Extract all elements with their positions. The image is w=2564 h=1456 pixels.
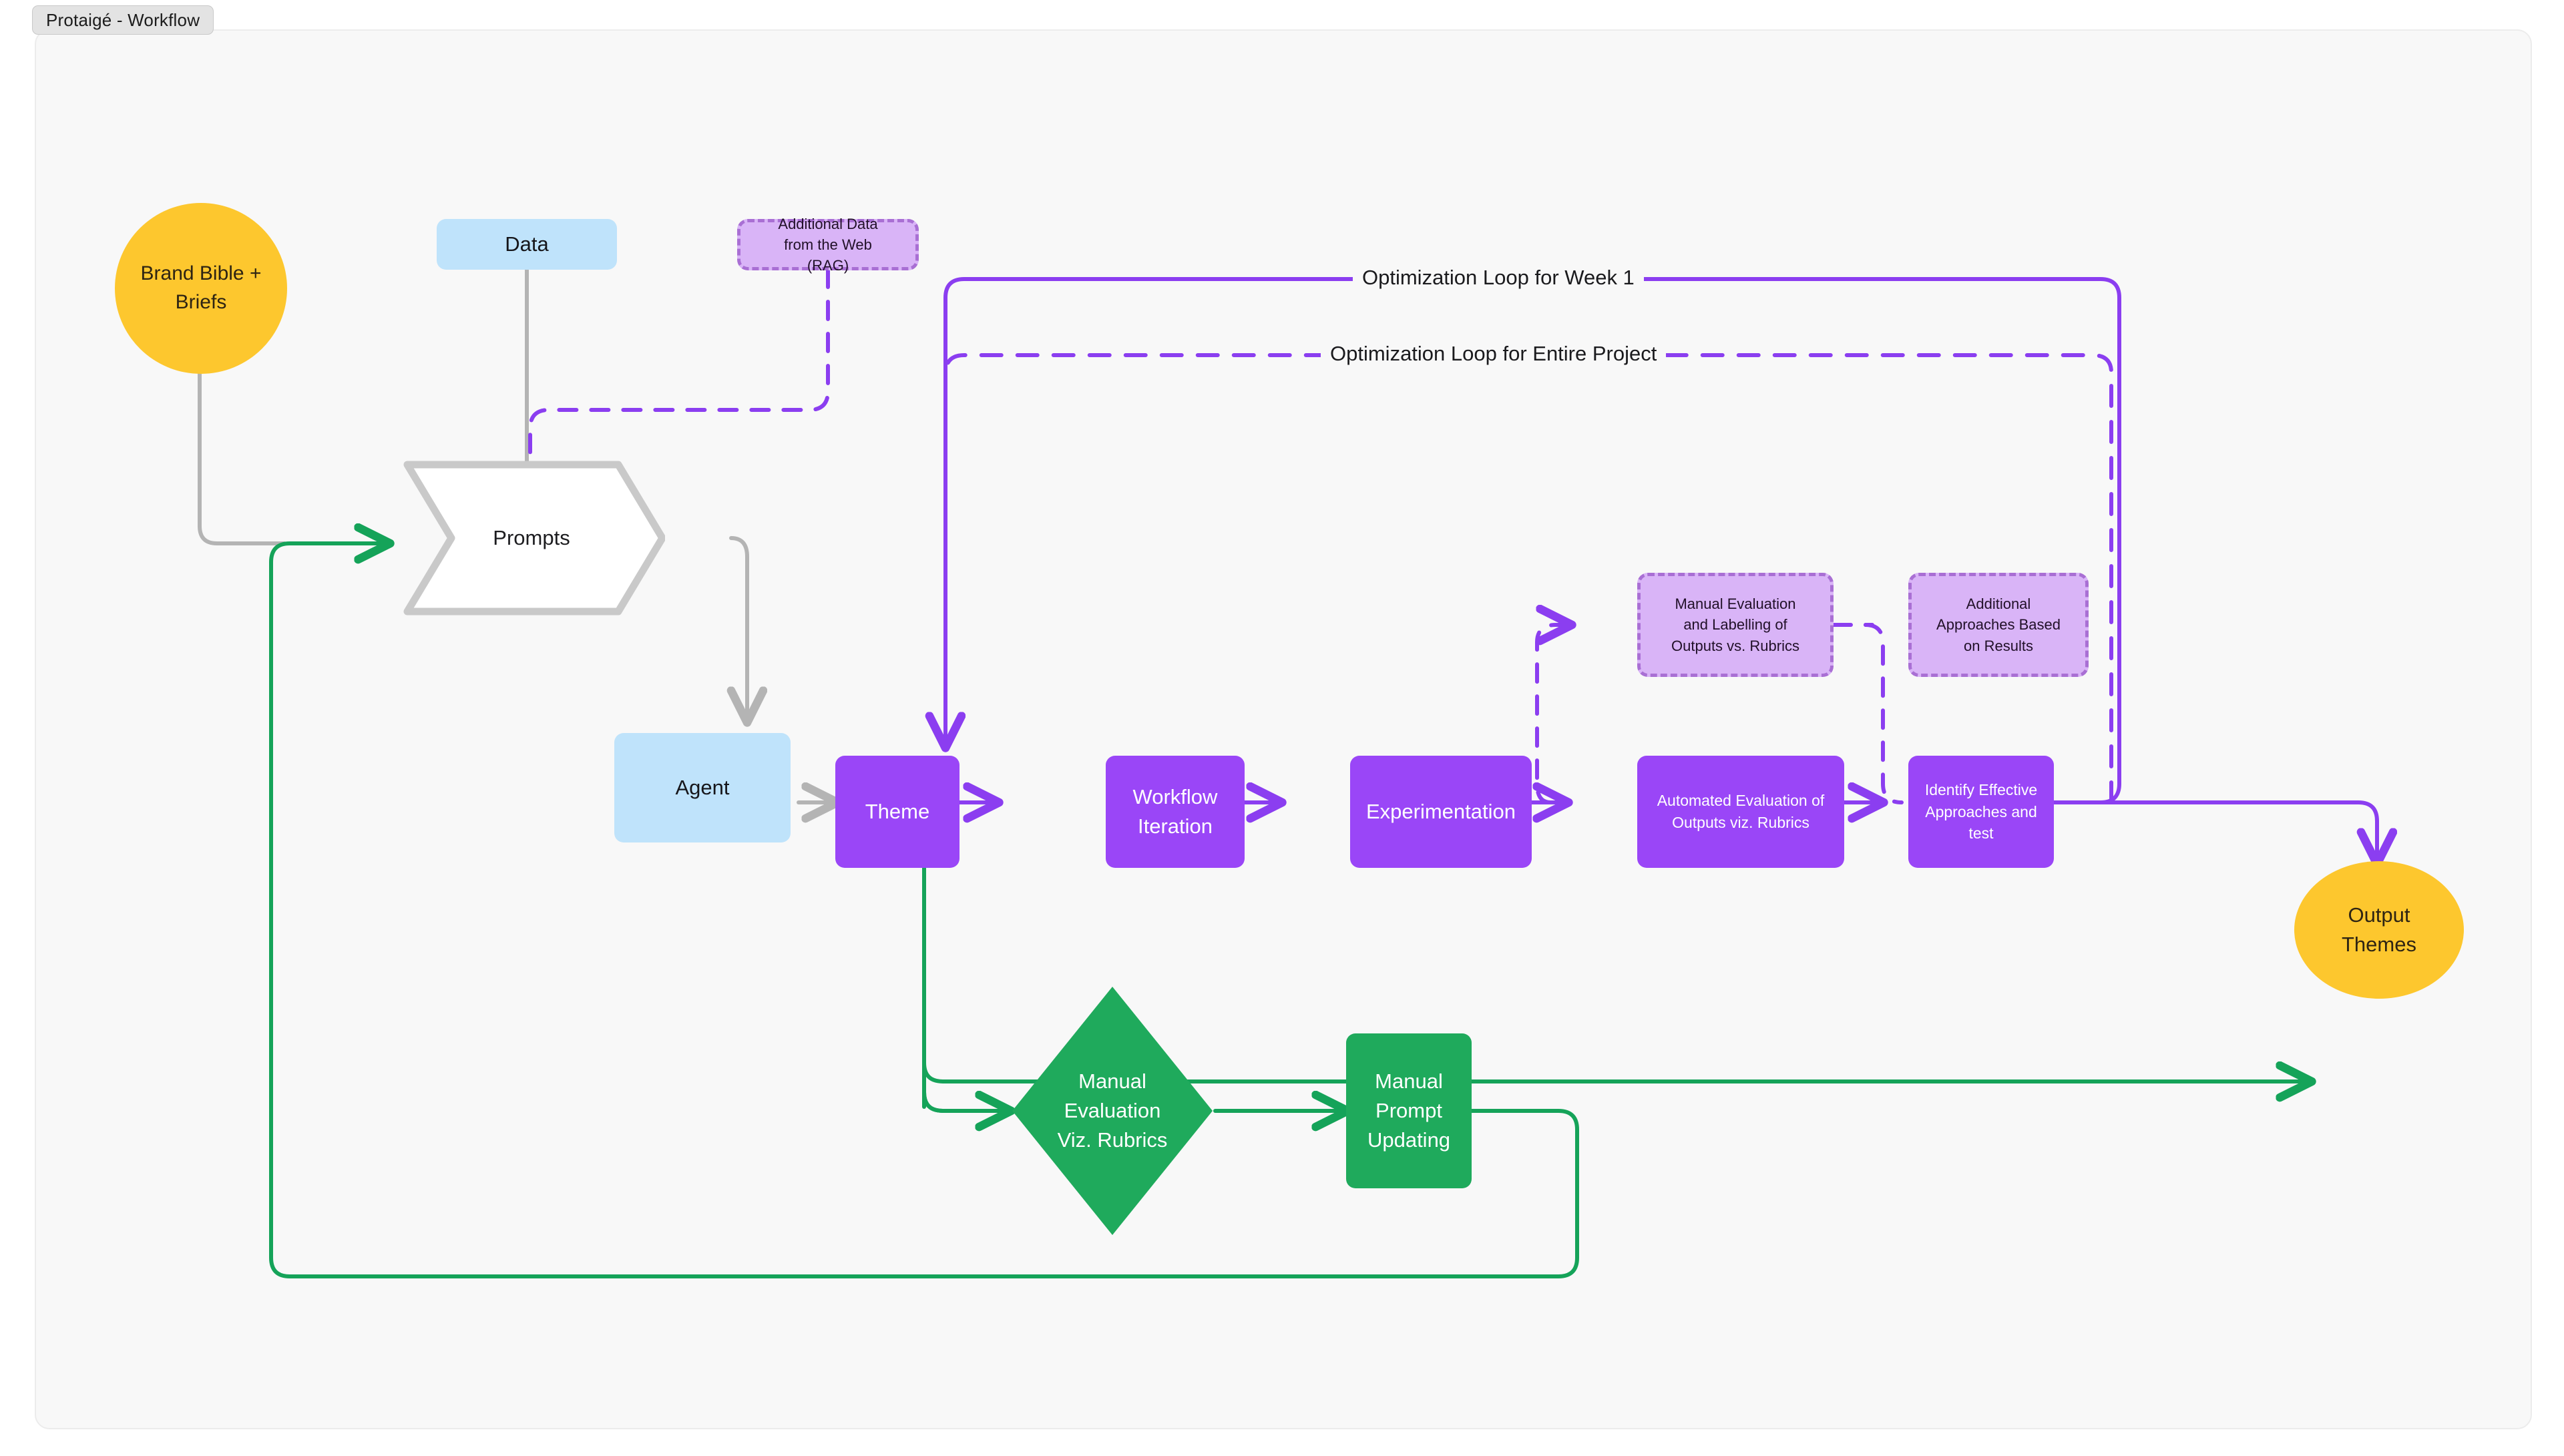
node-label: Agent <box>675 773 729 802</box>
edge-theme-green-trunk <box>924 968 943 1111</box>
node-label: Brand Bible + Briefs <box>141 260 262 316</box>
node-label: Additional Data from the Web (RAG) <box>778 214 877 276</box>
node-manual-evaluation-labelling[interactable]: Manual Evaluation and Labelling of Outpu… <box>1637 573 1834 677</box>
node-label: Theme <box>865 797 929 826</box>
node-output-themes[interactable]: Output Themes <box>2294 861 2464 999</box>
node-additional-data-rag[interactable]: Additional Data from the Web (RAG) <box>737 219 919 270</box>
node-manual-prompt-updating[interactable]: Manual Prompt Updating <box>1346 1033 1472 1188</box>
edge-brandbible-to-prompts <box>200 373 284 543</box>
node-brand-bible-briefs[interactable]: Brand Bible + Briefs <box>115 203 287 374</box>
node-label: Identify Effective Approaches and test <box>1925 779 2037 844</box>
node-additional-approaches[interactable]: Additional Approaches Based on Results <box>1908 573 2089 677</box>
node-label: Manual Evaluation and Labelling of Outpu… <box>1671 593 1799 656</box>
node-data[interactable]: Data <box>437 219 617 270</box>
node-theme[interactable]: Theme <box>835 756 959 868</box>
node-label: Manual Evaluation Viz. Rubrics <box>1058 1067 1168 1155</box>
workflow-diagram-app: Protaigé - Workflow <box>0 0 2564 1456</box>
node-experimentation[interactable]: Experimentation <box>1350 756 1532 868</box>
edge-label-optimization-week1: Optimization Loop for Week 1 <box>1353 267 1644 288</box>
node-agent[interactable]: Agent <box>614 733 791 842</box>
diagram-canvas[interactable]: Brand Bible + Briefs Data Additional Dat… <box>35 29 2532 1429</box>
node-label: Output Themes <box>2342 901 2416 959</box>
edge-experimentation-to-manual-evaluation-labelling <box>1537 625 1570 802</box>
node-manual-evaluation-rubrics[interactable]: Manual Evaluation Viz. Rubrics <box>1010 984 1215 1238</box>
edge-label-optimization-entire-project: Optimization Loop for Entire Project <box>1321 343 1666 364</box>
node-identify-effective-approaches[interactable]: Identify Effective Approaches and test <box>1908 756 2054 868</box>
node-label: Prompts <box>493 523 570 553</box>
node-label: Workflow Iteration <box>1133 782 1218 841</box>
node-label: Experimentation <box>1366 797 1516 826</box>
node-label: Automated Evaluation of Outputs viz. Rub… <box>1657 790 1825 833</box>
node-label: Additional Approaches Based on Results <box>1936 593 2061 656</box>
tab-label: Protaigé - Workflow <box>46 10 200 31</box>
node-automated-evaluation[interactable]: Automated Evaluation of Outputs viz. Rub… <box>1637 756 1844 868</box>
node-prompts[interactable]: Prompts <box>398 455 665 621</box>
node-label: Manual Prompt Updating <box>1367 1067 1450 1155</box>
edge-layer <box>36 31 2531 1428</box>
edge-theme-to-manual-evaluation-rubrics <box>924 1081 1010 1111</box>
edge-identify-effective-to-output-themes <box>2055 802 2377 863</box>
node-workflow-iteration[interactable]: Workflow Iteration <box>1106 756 1245 868</box>
tab-protaige-workflow[interactable]: Protaigé - Workflow <box>32 5 214 35</box>
node-label: Data <box>505 230 548 259</box>
edge-prompts-to-agent <box>731 538 747 721</box>
edge-additional-approaches-down-branch <box>1866 625 1902 802</box>
